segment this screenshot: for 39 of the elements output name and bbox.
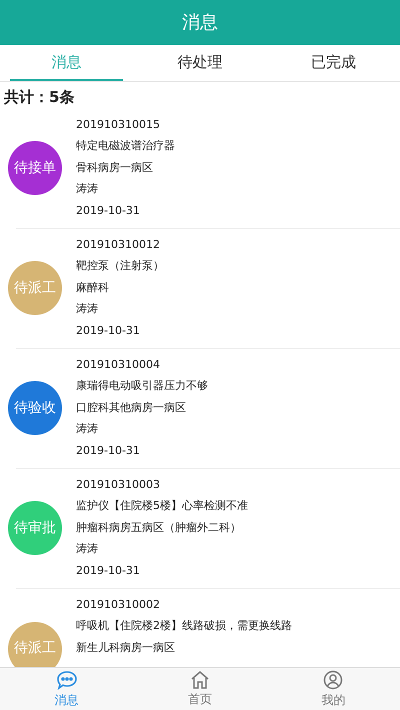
page-title: 消息 <box>182 11 218 35</box>
home-icon <box>190 670 210 689</box>
device-name: 特定电磁波谱治疗器 <box>76 138 175 154</box>
profile-icon <box>323 670 344 690</box>
order-number: 201910310015 <box>76 116 161 132</box>
person-name: 涛涛 <box>76 181 99 197</box>
order-number: 201910310004 <box>76 356 161 372</box>
nav-tab[interactable]: 首页 <box>133 668 267 710</box>
nav-tab[interactable]: 消息 <box>0 668 134 710</box>
order-number: 201910310002 <box>76 596 161 612</box>
chat-icon <box>56 670 78 690</box>
nav-tab[interactable]: 我的 <box>266 668 400 710</box>
department-name: 肿瘤科病房五病区（肿瘤外二科） <box>76 520 242 536</box>
device-name: 监护仪【住院楼5楼】心率检测不准 <box>76 498 248 514</box>
tab[interactable]: 已完成 <box>276 45 390 81</box>
department-name: 口腔科其他病房一病区 <box>76 400 187 416</box>
device-name: 康瑞得电动吸引器压力不够 <box>76 378 208 394</box>
total-count: 共计：5条 <box>3 87 76 108</box>
order-date: 2019-10-31 <box>76 202 141 218</box>
status-badge: 待派工 <box>8 622 62 667</box>
department-name: 骨科病房一病区 <box>76 160 154 176</box>
status-badge: 待验收 <box>8 381 62 435</box>
status-badge: 待审批 <box>8 501 62 555</box>
person-name: 涛涛 <box>76 301 99 317</box>
department-name: 新生儿科病房一病区 <box>76 640 176 656</box>
device-name: 呼吸机【住院楼2楼】线路破损，需更换线路 <box>76 618 292 634</box>
order-date: 2019-10-31 <box>76 322 141 338</box>
status-badge: 待接单 <box>8 141 62 195</box>
device-name: 靶控泵（注射泵） <box>76 258 164 274</box>
department-name: 麻醉科 <box>76 280 110 296</box>
order-number: 201910310012 <box>76 236 161 252</box>
tab[interactable]: 消息 <box>10 45 124 81</box>
tab[interactable]: 待处理 <box>143 45 257 81</box>
order-date: 2019-10-31 <box>76 562 141 578</box>
status-badge: 待派工 <box>8 261 62 315</box>
person-name: 涛涛 <box>76 421 99 437</box>
order-date: 2019-10-31 <box>76 442 141 458</box>
order-number: 201910310003 <box>76 476 161 492</box>
person-name: 涛涛 <box>76 541 99 557</box>
